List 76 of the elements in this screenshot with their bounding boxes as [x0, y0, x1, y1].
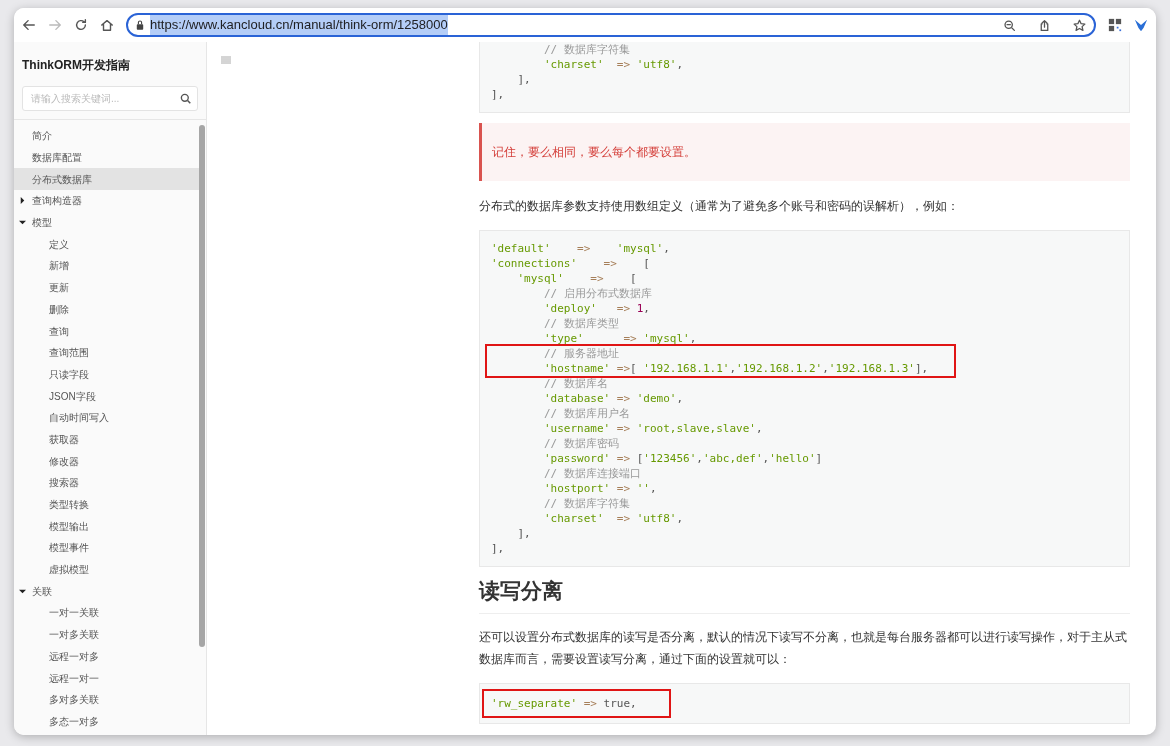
back-icon[interactable]: [22, 18, 36, 32]
url-text: https://www.kancloud.cn/manual/think-orm/1258000: [150, 15, 448, 35]
sidebar-item[interactable]: 远程一对多: [14, 645, 199, 668]
code-line: 'hostport' => '',: [543, 481, 658, 496]
extension-icon[interactable]: [1134, 18, 1148, 32]
sidebar-title: ThinkORM开发指南: [21, 57, 131, 74]
sidebar-item[interactable]: 更新: [14, 276, 199, 299]
code-line: // 数据库字符集: [543, 42, 631, 57]
code-line: ],: [516, 72, 532, 87]
code-line: 'mysql' => [: [516, 271, 638, 286]
code-line: 'rw_separate' => true,: [491, 695, 637, 711]
code-line: ],: [491, 541, 506, 556]
sidebar-item[interactable]: 删除: [14, 298, 199, 321]
sidebar-item[interactable]: 类型转换: [14, 493, 199, 516]
sidebar-item[interactable]: 只读字段: [14, 363, 199, 386]
code-line: ],: [516, 526, 532, 541]
share-icon[interactable]: [1038, 18, 1051, 32]
code-line: // 数据库连接端口: [543, 466, 642, 481]
code-line: 'hostname' =>[ '192.168.1.1','192.168.1.2','192.168.1.3'],: [543, 361, 929, 376]
caret-right-icon: [19, 197, 26, 205]
sidebar-item[interactable]: 搜索器: [14, 472, 199, 494]
scrollbar[interactable]: [199, 125, 205, 647]
code-line: 'type' => 'mysql',: [543, 331, 698, 346]
sidebar-item[interactable]: 多对多关联: [14, 688, 199, 711]
sidebar-item[interactable]: 一对一关联: [14, 602, 199, 624]
sidebar-item[interactable]: 查询: [14, 320, 199, 342]
code-line: 'username' => 'root,slave,slave',: [543, 421, 764, 436]
sidebar-item[interactable]: 新增: [14, 255, 199, 277]
sidebar-item[interactable]: 虚拟模型: [14, 558, 199, 581]
code-line: 'charset' => 'utf8',: [543, 511, 685, 526]
sidebar-item[interactable]: 模型: [14, 211, 199, 234]
code-line: // 数据库密码: [543, 436, 620, 451]
sidebar-item[interactable]: 分布式数据库: [14, 168, 199, 191]
reload-icon[interactable]: [74, 18, 88, 32]
sidebar-item[interactable]: 关联: [14, 580, 199, 603]
sidebar-item[interactable]: 简介: [14, 125, 199, 147]
zoom-out-icon[interactable]: [1003, 18, 1016, 32]
code-line: // 服务器地址: [543, 346, 620, 361]
search-field[interactable]: 请输入搜索关键词...: [22, 86, 198, 111]
code-line: // 数据库名: [543, 376, 609, 391]
code-line: // 数据库用户名: [543, 406, 631, 421]
sidebar-item[interactable]: 查询构造器: [14, 190, 199, 212]
code-line: // 数据库类型: [543, 316, 620, 331]
code-line: 'password' => ['123456','abc,def','hello']: [543, 451, 824, 466]
sidebar-item[interactable]: 模型事件: [14, 537, 199, 559]
section-heading: 读写分离: [479, 571, 1130, 614]
code-line: 'deploy' => 1,: [543, 301, 651, 316]
sidebar-item[interactable]: 多态一对多: [14, 710, 199, 733]
paragraph: 分布式的数据库参数支持使用数组定义（通常为了避免多个账号和密码的误解析），例如：: [479, 198, 960, 215]
caret-down-icon: [19, 587, 26, 595]
home-icon[interactable]: [100, 18, 114, 32]
search-icon: [180, 93, 191, 104]
sidebar-item[interactable]: 查询范围: [14, 341, 199, 364]
code-line: ],: [491, 87, 506, 102]
qr-code-icon[interactable]: [1108, 18, 1122, 32]
code-line: 'charset' => 'utf8',: [543, 57, 685, 72]
code-line: 'connections' => [: [491, 256, 651, 271]
sidebar-item[interactable]: 数据库配置: [14, 146, 199, 169]
code-line: // 数据库字符集: [543, 496, 631, 511]
code-line: // 启用分布式数据库: [543, 286, 653, 301]
sidebar-item[interactable]: JSON字段: [14, 385, 199, 407]
warning-callout: 记住，要么相同，要么每个都要设置。: [479, 123, 1130, 181]
sidebar-item[interactable]: 一对多关联: [14, 623, 199, 646]
sidebar-item[interactable]: 定义: [14, 233, 199, 256]
code-line: 'database' => 'demo',: [543, 391, 685, 406]
lock-icon: [136, 20, 144, 30]
star-icon[interactable]: [1073, 18, 1086, 32]
sidebar-item[interactable]: 模型输出: [14, 515, 199, 538]
paragraph: 还可以设置分布式数据库的读写是否分离，默认的情况下读写不分离，也就是每台服务器都可以进行读写操作，对于主从式数据库而言，需要设置读写分离，通过下面的设置就可以：: [479, 628, 1128, 668]
address-bar[interactable]: https://www.kancloud.cn/manual/think-orm/1258000: [126, 13, 1096, 37]
sidebar-item[interactable]: 远程一对一: [14, 667, 199, 689]
sidebar-item[interactable]: 获取器: [14, 428, 199, 451]
sidebar-item[interactable]: 修改器: [14, 450, 199, 472]
sidebar-item[interactable]: 自动时间写入: [14, 406, 199, 429]
code-line: 'default' => 'mysql',: [491, 241, 671, 256]
caret-down-icon: [19, 219, 26, 227]
